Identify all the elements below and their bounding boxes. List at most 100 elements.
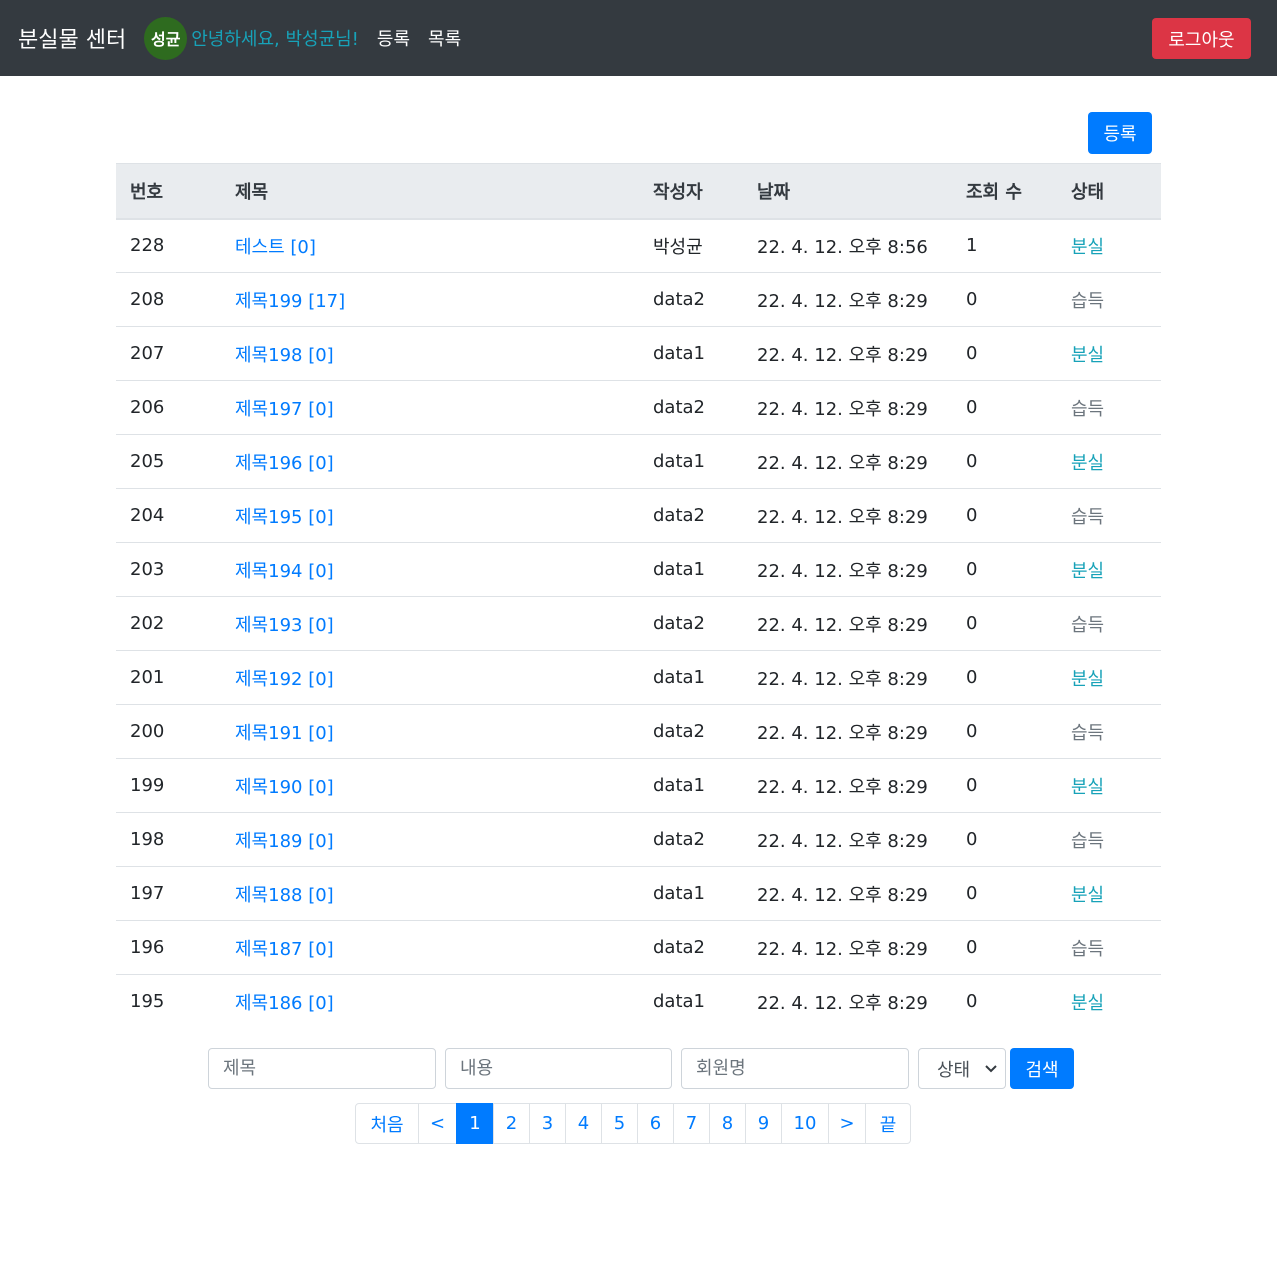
post-title-link[interactable]: 제목193 [0]	[235, 615, 334, 636]
post-title-link[interactable]: 제목198 [0]	[235, 345, 334, 366]
cell-writer: data2	[639, 488, 743, 543]
cell-status: 분실	[1057, 326, 1161, 381]
cell-title: 제목187 [0]	[221, 920, 639, 975]
post-title-link[interactable]: 제목190 [0]	[235, 777, 334, 798]
cell-number: 228	[116, 218, 221, 273]
page-link-first[interactable]: 처음	[355, 1103, 419, 1144]
post-title-link[interactable]: 제목196 [0]	[235, 453, 334, 474]
page-link-5[interactable]: 5	[601, 1103, 638, 1144]
cell-title: 제목195 [0]	[221, 488, 639, 543]
search-content-input[interactable]	[445, 1048, 672, 1089]
table-row: 200 제목191 [0] data2 22. 4. 12. 오후 8:29 0 습득	[116, 704, 1161, 759]
cell-writer: data2	[639, 596, 743, 651]
page-link-6[interactable]: 6	[637, 1103, 674, 1144]
post-title-link[interactable]: 제목191 [0]	[235, 723, 334, 744]
post-title-link[interactable]: 테스트 [0]	[235, 237, 316, 258]
brand-title[interactable]: 분실물 센터	[18, 22, 126, 54]
post-title-link[interactable]: 제목186 [0]	[235, 993, 334, 1014]
logout-button[interactable]: 로그아웃	[1152, 18, 1251, 59]
post-title-link[interactable]: 제목199 [17]	[235, 291, 345, 312]
cell-title: 제목197 [0]	[221, 380, 639, 435]
post-title-link[interactable]: 제목187 [0]	[235, 939, 334, 960]
post-title-link[interactable]: 제목195 [0]	[235, 507, 334, 528]
cell-views: 0	[952, 596, 1057, 651]
cell-status: 습득	[1057, 380, 1161, 435]
table-row: 208 제목199 [17] data2 22. 4. 12. 오후 8:29 0 습득	[116, 272, 1161, 327]
table-row: 206 제목197 [0] data2 22. 4. 12. 오후 8:29 0 습득	[116, 380, 1161, 435]
cell-writer: data1	[639, 650, 743, 705]
post-title-link[interactable]: 제목188 [0]	[235, 885, 334, 906]
cell-views: 0	[952, 650, 1057, 705]
page-link-7[interactable]: 7	[673, 1103, 710, 1144]
status-badge: 습득	[1071, 938, 1105, 960]
table-row: 228 테스트 [0] 박성균 22. 4. 12. 오후 8:56 1 분실	[116, 218, 1161, 273]
page-link-1[interactable]: 1	[456, 1103, 494, 1144]
header-number: 번호	[116, 163, 221, 220]
search-member-input[interactable]	[681, 1048, 909, 1089]
cell-views: 0	[952, 920, 1057, 975]
cell-title: 제목193 [0]	[221, 596, 639, 651]
cell-writer: data2	[639, 380, 743, 435]
cell-views: 0	[952, 488, 1057, 543]
cell-status: 분실	[1057, 218, 1161, 273]
status-select[interactable]: 상태	[918, 1048, 1006, 1089]
table-row: 196 제목187 [0] data2 22. 4. 12. 오후 8:29 0 습득	[116, 920, 1161, 975]
cell-status: 분실	[1057, 434, 1161, 489]
table-row: 207 제목198 [0] data1 22. 4. 12. 오후 8:29 0 분실	[116, 326, 1161, 381]
page-link-2[interactable]: 2	[493, 1103, 530, 1144]
cell-date: 22. 4. 12. 오후 8:29	[743, 380, 952, 435]
page-link-next[interactable]: >	[828, 1103, 866, 1144]
table-row: 195 제목186 [0] data1 22. 4. 12. 오후 8:29 0 분실	[116, 975, 1161, 1029]
page-link-last[interactable]: 끝	[865, 1103, 911, 1144]
cell-number: 198	[116, 812, 221, 867]
cell-views: 0	[952, 542, 1057, 597]
status-badge: 분실	[1071, 452, 1105, 474]
page-link-4[interactable]: 4	[565, 1103, 602, 1144]
avatar: 성균	[144, 16, 188, 60]
cell-writer: data1	[639, 326, 743, 381]
cell-writer: data1	[639, 758, 743, 813]
cell-views: 0	[952, 866, 1057, 921]
cell-writer: data1	[653, 991, 705, 1013]
cell-date: 22. 4. 12. 오후 8:29	[743, 866, 952, 921]
status-badge: 분실	[1071, 776, 1105, 798]
cell-number: 199	[116, 758, 221, 813]
search-button[interactable]: 검색	[1010, 1048, 1074, 1089]
post-title-link[interactable]: 제목192 [0]	[235, 669, 334, 690]
cell-title: 제목186 [0]	[221, 975, 639, 1029]
status-badge: 습득	[1071, 290, 1105, 312]
status-badge: 분실	[1071, 668, 1105, 690]
cell-title: 제목199 [17]	[221, 272, 639, 327]
page-link-3[interactable]: 3	[529, 1103, 566, 1144]
register-button[interactable]: 등록	[1088, 112, 1152, 154]
cell-title: 제목192 [0]	[221, 650, 639, 705]
cell-number: 197	[116, 866, 221, 921]
status-badge: 분실	[1071, 560, 1105, 582]
cell-views: 1	[952, 218, 1057, 273]
cell-status: 습득	[1057, 704, 1161, 759]
table-row: 205 제목196 [0] data1 22. 4. 12. 오후 8:29 0 분실	[116, 434, 1161, 489]
page-link-8[interactable]: 8	[709, 1103, 746, 1144]
post-title-link[interactable]: 제목189 [0]	[235, 831, 334, 852]
nav-link-register[interactable]: 등록	[377, 25, 410, 51]
cell-views: 0	[952, 704, 1057, 759]
page-link-prev[interactable]: <	[418, 1103, 457, 1144]
post-title-link[interactable]: 제목197 [0]	[235, 399, 334, 420]
header-writer: 작성자	[639, 163, 743, 220]
post-title-link[interactable]: 제목194 [0]	[235, 561, 334, 582]
cell-writer: data2	[639, 272, 743, 327]
search-bar: 상태 검색	[208, 1048, 1074, 1089]
chevron-down-icon	[985, 1064, 997, 1072]
cell-title: 제목196 [0]	[221, 434, 639, 489]
cell-status: 분실	[1057, 975, 1161, 1029]
cell-date: 22. 4. 12. 오후 8:29	[757, 992, 928, 1014]
nav-link-list[interactable]: 목록	[428, 25, 461, 51]
cell-date: 22. 4. 12. 오후 8:29	[743, 920, 952, 975]
cell-number: 202	[116, 596, 221, 651]
search-title-input[interactable]	[208, 1048, 436, 1089]
page-link-9[interactable]: 9	[745, 1103, 782, 1144]
cell-date: 22. 4. 12. 오후 8:29	[743, 326, 952, 381]
cell-writer: data2	[639, 704, 743, 759]
page-link-10[interactable]: 10	[781, 1103, 829, 1144]
status-select-value: 상태	[937, 1059, 971, 1081]
